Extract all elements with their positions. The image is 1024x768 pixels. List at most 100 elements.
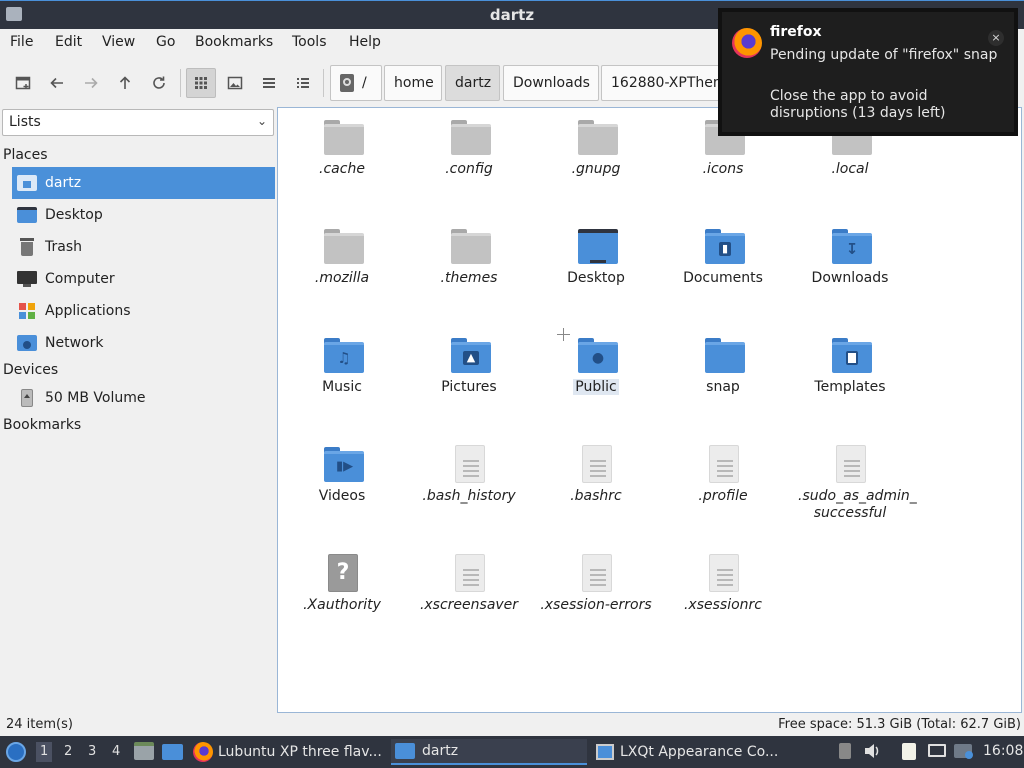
file-name: Pictures (441, 379, 497, 395)
file-item[interactable]: .profile (663, 435, 783, 535)
side-pane-mode-value: Lists (9, 114, 41, 130)
free-space: Free space: 51.3 GiB (Total: 62.7 GiB) (778, 717, 1021, 732)
file-item[interactable]: ↧ Downloads (790, 217, 910, 317)
side-pane-mode-select[interactable]: Lists ⌄ (2, 109, 274, 136)
file-item[interactable]: .sudo_as_admin_ successful (790, 435, 917, 535)
text-file-icon (455, 554, 485, 592)
chevron-down-icon: ⌄ (256, 114, 267, 128)
close-icon[interactable]: × (988, 30, 1004, 46)
file-name: .bashrc (570, 488, 622, 504)
file-item[interactable]: ▲ Pictures (409, 326, 529, 426)
menu-help[interactable]: Help (349, 34, 381, 50)
workspace-3[interactable]: 3 (88, 744, 96, 759)
sidebar-item-dartz[interactable]: dartz (12, 167, 275, 199)
display-icon[interactable] (928, 742, 946, 760)
file-item[interactable]: ▮▶ Videos (282, 435, 402, 535)
item-count: 24 item(s) (6, 717, 73, 732)
file-name: .xsession-errors (540, 597, 652, 613)
main-menu-icon[interactable] (6, 742, 26, 762)
sidebar-item-label: Trash (45, 239, 82, 255)
file-item[interactable]: ▮ Documents (663, 217, 783, 317)
sidebar-item-computer[interactable]: Computer (12, 263, 275, 295)
file-item[interactable]: .xsession-errors (536, 544, 656, 644)
file-item[interactable]: Templates (790, 326, 910, 426)
up-icon[interactable] (110, 68, 140, 98)
back-icon[interactable] (42, 68, 72, 98)
forward-icon[interactable] (76, 68, 106, 98)
reload-icon[interactable] (144, 68, 174, 98)
text-file-icon (582, 554, 612, 592)
compact-view-icon[interactable] (254, 68, 284, 98)
file-name: Templates (814, 379, 886, 395)
menu-edit[interactable]: Edit (55, 34, 82, 50)
menu-tools[interactable]: Tools (292, 34, 327, 50)
task-firefox[interactable]: Lubuntu XP three flav... (193, 739, 385, 765)
file-view[interactable]: .cache .config .gnupg .icons .local .moz… (277, 107, 1022, 713)
file-item[interactable]: snap (663, 326, 783, 426)
folder-icon (451, 229, 491, 264)
sidebar-item-trash[interactable]: Trash (12, 231, 275, 263)
eject-icon[interactable] (836, 742, 854, 760)
update-notifier-icon[interactable] (954, 742, 973, 760)
clock[interactable]: 16:08 (983, 743, 1023, 759)
task-appearance-settings[interactable]: LXQt Appearance Co... (593, 739, 783, 765)
file-name: Downloads (811, 270, 889, 286)
applications-icon (17, 302, 37, 320)
sidebar-item-volume[interactable]: 50 MB Volume (12, 382, 275, 414)
sidebar-item-applications[interactable]: Applications (12, 295, 275, 327)
workspace-2[interactable]: 2 (64, 744, 72, 759)
public-folder-icon: ● (578, 338, 618, 373)
toolbar-separator (323, 69, 324, 97)
task-file-manager[interactable]: dartz (391, 739, 587, 765)
file-name: .themes (440, 270, 498, 286)
workspace-4[interactable]: 4 (112, 744, 120, 759)
volume-icon[interactable] (863, 742, 881, 760)
menu-bookmarks[interactable]: Bookmarks (195, 34, 273, 50)
sidebar-item-desktop[interactable]: Desktop (12, 199, 275, 231)
file-item[interactable]: .gnupg (536, 108, 656, 208)
task-label: LXQt Appearance Co... (620, 744, 779, 760)
file-item[interactable]: .themes (409, 217, 529, 317)
detailed-list-view-icon[interactable] (288, 68, 318, 98)
sidebar-item-network[interactable]: Network (12, 327, 275, 359)
thumbnail-view-icon[interactable] (220, 68, 250, 98)
menu-file[interactable]: File (10, 34, 33, 50)
file-item[interactable]: .bash_history (409, 435, 529, 535)
file-name: Music (322, 379, 362, 395)
file-item[interactable]: ● Public (536, 326, 656, 426)
music-folder-icon: ♫ (324, 338, 364, 373)
icon-view-icon[interactable] (186, 68, 216, 98)
workspace-1[interactable]: 1 (36, 742, 53, 762)
new-tab-icon[interactable] (8, 68, 38, 98)
file-item[interactable]: .cache (282, 108, 402, 208)
menu-view[interactable]: View (102, 34, 135, 50)
breadcrumb-home[interactable]: home (384, 65, 442, 101)
clipboard-icon[interactable] (900, 742, 918, 760)
breadcrumb-dartz[interactable]: dartz (445, 65, 500, 101)
file-item[interactable]: ♫ Music (282, 326, 402, 426)
file-item[interactable]: .mozilla (282, 217, 402, 317)
file-item[interactable]: Desktop (536, 217, 656, 317)
file-item[interactable]: .xscreensaver (409, 544, 529, 644)
show-desktop-icon[interactable] (162, 744, 183, 760)
file-item[interactable]: .xsessionrc (663, 544, 783, 644)
firefox-icon (193, 742, 213, 762)
file-item[interactable]: .config (409, 108, 529, 208)
update-notification[interactable]: firefox Pending update of "firefox" snap… (718, 8, 1018, 136)
file-name: Videos (318, 488, 366, 504)
places-heading: Places (3, 147, 48, 163)
file-manager-launcher-icon[interactable] (134, 742, 154, 760)
menu-go[interactable]: Go (156, 34, 175, 50)
sidebar-item-label: Computer (45, 271, 115, 287)
home-folder-icon (17, 174, 37, 192)
breadcrumb-theme-folder[interactable]: 162880-XPThem (601, 65, 726, 101)
file-name-highlight: Public (573, 379, 619, 395)
sidebar-item-label: Applications (45, 303, 131, 319)
notification-detail: Close the app to avoid disruptions (13 d… (770, 88, 946, 121)
file-item[interactable]: ? .Xauthority (282, 544, 402, 644)
breadcrumb-root[interactable]: / (330, 65, 382, 101)
bookmarks-heading: Bookmarks (3, 417, 82, 433)
breadcrumb-downloads[interactable]: Downloads (503, 65, 599, 101)
file-item[interactable]: .bashrc (536, 435, 656, 535)
notification-message: Pending update of "firefox" snap (770, 47, 998, 63)
